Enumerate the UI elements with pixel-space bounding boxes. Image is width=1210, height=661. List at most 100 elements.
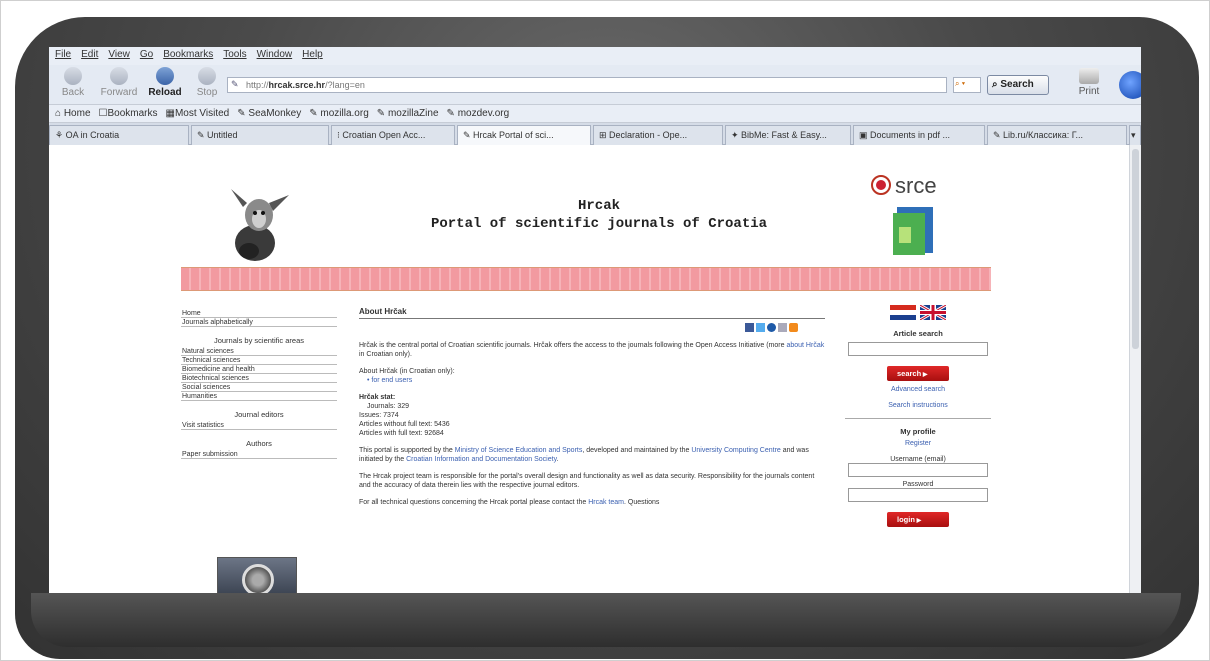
hrcak-team-link[interactable]: Hrcak team [588, 499, 624, 506]
nav-biomedicine[interactable]: Biomedicine and health [181, 365, 337, 374]
tab-list-button[interactable]: ▾ [1129, 125, 1141, 145]
print-button[interactable]: Print [1071, 68, 1107, 102]
nav-visit-statistics[interactable]: Visit statistics [181, 421, 337, 430]
share-icons [745, 323, 798, 333]
tab-documents-pdf[interactable]: ▣ Documents in pdf ... [853, 125, 985, 145]
password-label: Password [902, 481, 934, 488]
main-content: About Hrčak Hrčak is the central portal … [359, 307, 825, 515]
facebook-icon[interactable] [745, 323, 754, 332]
vertical-scrollbar[interactable] [1129, 145, 1141, 593]
bookmark-most-visited[interactable]: ▦Most Visited [166, 108, 230, 119]
stats-list: Journals: 329 Issues: 7374 Articles with… [359, 403, 450, 437]
tab-declaration[interactable]: ⊞ Declaration - Ope... [593, 125, 723, 145]
register-link[interactable]: Register [845, 440, 991, 447]
nav-natural-sciences[interactable]: Natural sciences [181, 347, 337, 356]
image-frame: File Edit View Go Bookmarks Tools Window… [0, 0, 1210, 661]
eye-iris-icon [242, 564, 274, 593]
rss-icon[interactable] [789, 323, 798, 332]
delicious-icon[interactable] [767, 323, 776, 332]
tab-oa-in-croatia[interactable]: ⚘ OA in Croatia [49, 125, 189, 145]
nav-journals-alphabetically[interactable]: Journals alphabetically [181, 318, 337, 327]
contact-paragraph: For all technical questions concerning t… [359, 499, 660, 506]
team-paragraph: The Hrcak project team is responsible fo… [359, 473, 815, 489]
advanced-search-link[interactable]: Advanced search [845, 386, 991, 393]
browser-window: File Edit View Go Bookmarks Tools Window… [49, 47, 1141, 593]
bookmark-mozillazine[interactable]: ✎ mozillaZine [377, 108, 439, 119]
eye-banner-image[interactable] [217, 557, 297, 593]
srce-link[interactable]: University Computing Centre [691, 447, 780, 454]
username-label: Username (email) [890, 456, 946, 463]
page-content: Hrcak Portal of scientific journals of C… [49, 145, 1141, 593]
bookmarks-toolbar: ⌂ Home ☐Bookmarks ▦Most Visited ✎ SeaMon… [49, 105, 1141, 123]
bookmark-mozdev[interactable]: ✎ mozdev.org [447, 108, 510, 119]
tab-strip: ⚘ OA in Croatia ✎ Untitled ⁝ Croatian Op… [49, 123, 1141, 145]
hamster-logo-icon [231, 189, 289, 261]
tab-croatian-open-access[interactable]: ⁝ Croatian Open Acc... [331, 125, 455, 145]
croatian-flag-icon[interactable] [890, 305, 916, 320]
bookmark-seamonkey[interactable]: ✎ SeaMonkey [237, 108, 301, 119]
monitor-bezel-bottom [31, 593, 1181, 647]
search-area: ⌕ ▾ ⌕ Search [953, 75, 1069, 95]
stats-block: Hrčak stat: Journals: 329 Issues: 7374 A… [359, 393, 825, 438]
intro-paragraph: Hrčak is the central portal of Croatian … [359, 342, 825, 358]
back-button[interactable]: Back [53, 67, 93, 103]
nav-paper-submission[interactable]: Paper submission [181, 450, 337, 459]
tab-lib-ru[interactable]: ✎ Lib.ru/Классика: Г... [987, 125, 1127, 145]
stop-button[interactable]: Stop [187, 67, 227, 103]
menu-help[interactable]: Help [302, 49, 323, 63]
my-profile-heading: My profile [900, 427, 936, 436]
search-button[interactable]: ⌕ Search [987, 75, 1049, 95]
tab-hrcak-portal[interactable]: ✎ Hrcak Portal of sci... [457, 125, 591, 145]
site-name: Hrcak [577, 198, 620, 214]
tab-bibme[interactable]: ✦ BibMe: Fast & Easy... [725, 125, 851, 145]
search-submit-button[interactable]: search [887, 366, 949, 381]
forward-arrow-icon [110, 67, 128, 85]
menu-file[interactable]: File [55, 49, 71, 63]
forward-button[interactable]: Forward [95, 67, 143, 103]
nav-biotechnical-sciences[interactable]: Biotechnical sciences [181, 374, 337, 383]
decorative-banner-bar [181, 267, 991, 291]
reload-icon [156, 67, 174, 85]
nav-technical-sciences[interactable]: Technical sciences [181, 356, 337, 365]
email-icon[interactable] [778, 323, 787, 332]
stat-articles-with: Articles with full text: 92684 [359, 430, 444, 437]
bookmark-home[interactable]: ⌂ Home [55, 108, 91, 119]
search-engine-dropdown[interactable]: ⌕ ▾ [953, 77, 981, 93]
nav-humanities[interactable]: Humanities [181, 392, 337, 401]
bookmark-bookmarks[interactable]: ☐Bookmarks [99, 108, 158, 119]
nav-home[interactable]: Home [181, 309, 337, 318]
menu-go[interactable]: Go [140, 49, 153, 63]
stat-articles-without: Articles without full text: 5436 [359, 421, 450, 428]
tab-untitled[interactable]: ✎ Untitled [191, 125, 329, 145]
menu-bar: File Edit View Go Bookmarks Tools Window… [49, 47, 1141, 65]
menu-bookmarks[interactable]: Bookmarks [163, 49, 213, 63]
page-favicon-icon: ✎ [231, 79, 239, 89]
back-arrow-icon [64, 67, 82, 85]
article-search-input[interactable] [848, 342, 988, 356]
end-users-link[interactable]: • for end users [367, 377, 412, 384]
menu-tools[interactable]: Tools [223, 49, 246, 63]
bookmark-mozilla[interactable]: ✎ mozilla.org [309, 108, 369, 119]
scrollbar-thumb[interactable] [1132, 149, 1139, 349]
ministry-link[interactable]: Ministry of Science Education and Sports [455, 447, 583, 454]
twitter-icon[interactable] [756, 323, 765, 332]
password-input[interactable] [848, 488, 988, 502]
site-subtitle: Portal of scientific journals of Croatia [430, 216, 768, 232]
support-paragraph: This portal is supported by the Ministry… [359, 447, 809, 463]
sidebar-divider [845, 418, 991, 419]
srce-logo[interactable]: srce [871, 173, 955, 201]
menu-edit[interactable]: Edit [81, 49, 98, 63]
hidd-link[interactable]: Croatian Information and Documentation S… [406, 456, 556, 463]
uk-flag-icon[interactable] [920, 305, 946, 320]
menu-window[interactable]: Window [257, 49, 293, 63]
stat-journals: Journals: 329 [367, 403, 410, 410]
username-input[interactable] [848, 463, 988, 477]
search-instructions-link[interactable]: Search instructions [845, 402, 991, 409]
right-sidebar: Article search search Advanced search Se… [845, 305, 991, 532]
about-hrcak-link[interactable]: about Hrčak [786, 342, 824, 349]
reload-button[interactable]: Reload [145, 67, 185, 103]
url-input[interactable]: http://hrcak.srce.hr/?lang=en [227, 77, 947, 93]
login-button[interactable]: login [887, 512, 949, 527]
menu-view[interactable]: View [108, 49, 130, 63]
nav-social-sciences[interactable]: Social sciences [181, 383, 337, 392]
